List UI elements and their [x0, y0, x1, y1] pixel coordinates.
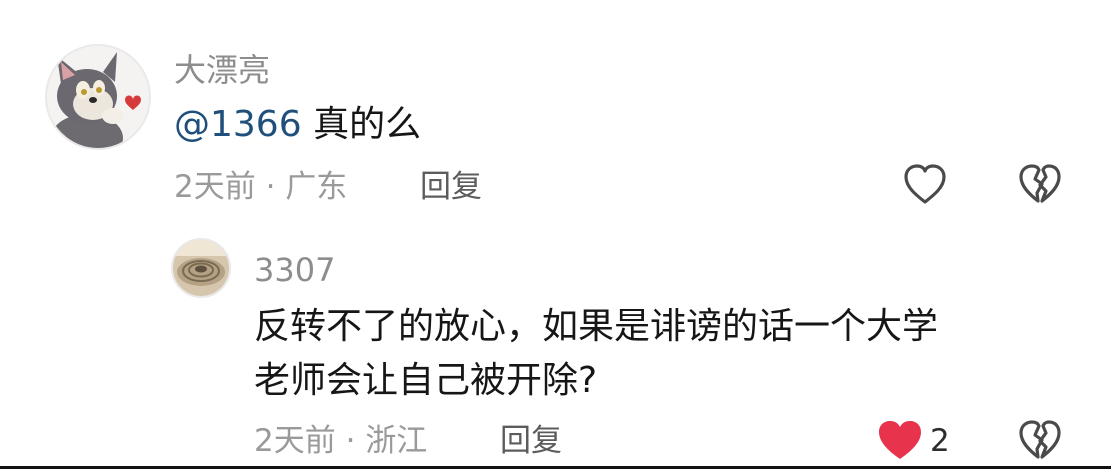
- heart-outline-icon: [904, 164, 946, 204]
- reply-text-line-2: 老师会让自己被开除?: [254, 360, 598, 401]
- comment-text: @1366 真的么: [174, 99, 421, 151]
- comment-username[interactable]: 大漂亮: [174, 50, 270, 90]
- reply-meta: 2天前 · 浙江: [254, 421, 427, 461]
- reply-reply-button[interactable]: 回复: [500, 421, 562, 461]
- avatar[interactable]: [45, 44, 151, 150]
- reply-button[interactable]: 回复: [420, 167, 482, 207]
- spiral-image-avatar: [173, 240, 229, 296]
- reply-like-count: 2: [930, 423, 950, 459]
- broken-heart-icon: [1019, 164, 1061, 203]
- heart-filled-icon: [879, 421, 921, 459]
- reply-avatar[interactable]: [171, 238, 231, 298]
- comment-location: 广东: [285, 169, 348, 205]
- comment-meta: 2天前 · 广东: [174, 167, 347, 207]
- broken-heart-icon: [1019, 420, 1061, 459]
- dislike-button[interactable]: [1017, 162, 1063, 208]
- meta-separator: ·: [345, 423, 356, 459]
- like-button[interactable]: [902, 162, 948, 208]
- reply-location: 浙江: [365, 423, 428, 459]
- meta-separator: ·: [265, 169, 276, 205]
- reply-time: 2天前: [254, 423, 336, 459]
- reply-username[interactable]: 3307: [254, 250, 335, 290]
- reply-like-button[interactable]: [876, 418, 924, 462]
- reply-dislike-button[interactable]: [1017, 418, 1063, 464]
- reply-text-line-1: 反转不了的放心，如果是诽谤的话一个大学: [254, 306, 939, 347]
- comment-time: 2天前: [174, 169, 256, 205]
- cartoon-cat-avatar: [47, 46, 149, 148]
- comment-body: 真的么: [301, 104, 422, 145]
- mention-link[interactable]: @1366: [174, 104, 302, 145]
